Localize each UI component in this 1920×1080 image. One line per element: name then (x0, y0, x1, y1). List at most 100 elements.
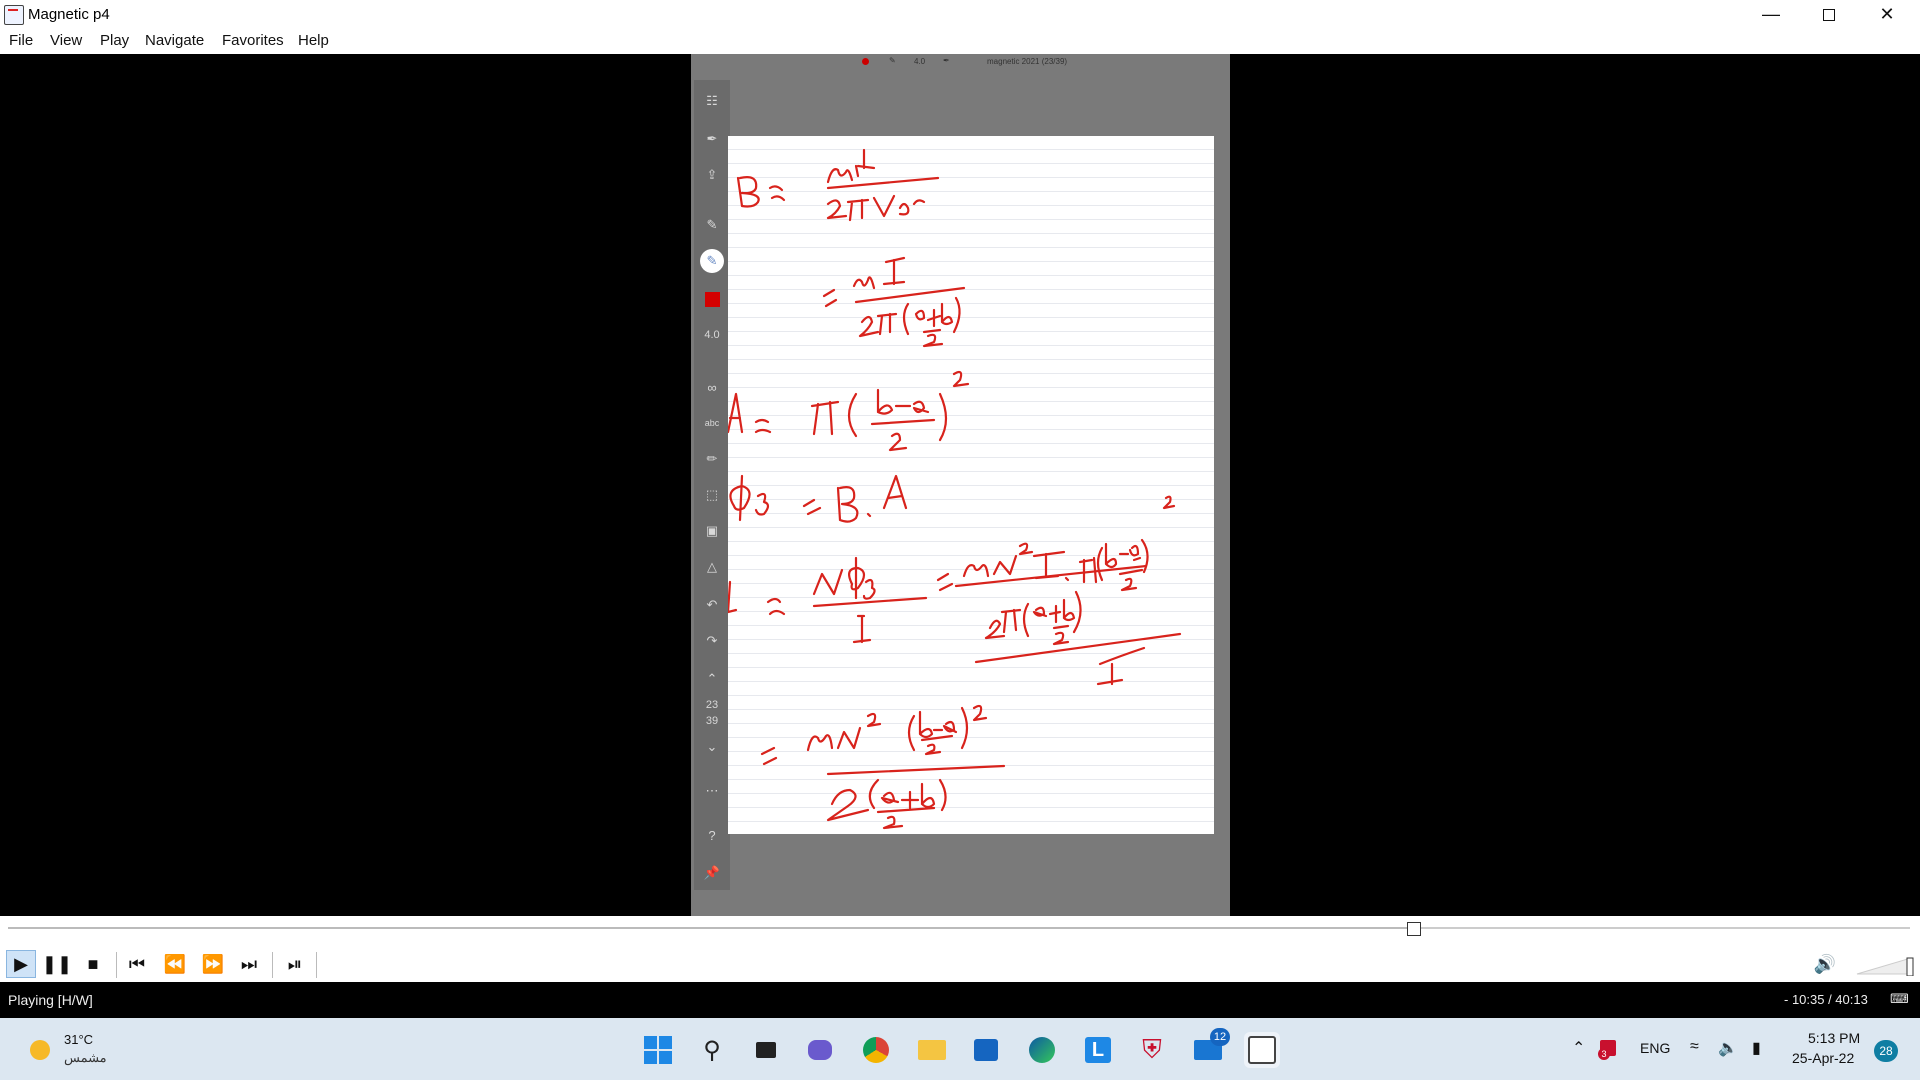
notification-badge[interactable]: 28 (1874, 1040, 1898, 1062)
language-indicator[interactable]: ENG (1640, 1040, 1670, 1056)
restore-icon (1823, 8, 1835, 21)
divider (272, 952, 273, 978)
stop-button[interactable]: ■ (78, 950, 108, 978)
volume-button[interactable]: 🔊 (1810, 950, 1840, 978)
ink-stroke (806, 712, 882, 752)
speaker-icon[interactable]: 🔈 (1718, 1038, 1738, 1058)
seek-bar[interactable] (0, 916, 1920, 946)
store-icon (974, 1039, 998, 1061)
color-swatch-icon (697, 288, 727, 310)
eraser-icon: ✎ (706, 217, 718, 232)
menu-play[interactable]: Play (100, 32, 129, 49)
stop-icon: ■ (87, 953, 99, 974)
menu-favorites[interactable]: Favorites (222, 32, 284, 49)
clock-date[interactable]: 25-Apr-22 (1792, 1050, 1854, 1066)
ink-stroke (852, 256, 906, 290)
ink-stroke (754, 418, 772, 434)
chevron-up-icon[interactable]: ⌃ (1572, 1038, 1585, 1058)
skip-back-icon: ⏮ (128, 953, 146, 974)
seek-track[interactable] (8, 927, 1910, 929)
ink-stroke (826, 788, 870, 822)
ink-stroke (1162, 495, 1176, 510)
search-button[interactable]: ⚲ (694, 1032, 730, 1068)
frame-step-button[interactable]: ⏯ (280, 950, 310, 978)
fast-forward-button[interactable]: ⏩ (198, 950, 228, 978)
start-button[interactable] (640, 1032, 676, 1068)
play-button[interactable]: ▶ (6, 950, 36, 978)
pause-button[interactable]: ❚❚ (42, 950, 72, 978)
redo-icon: ↷ (706, 633, 718, 648)
chat-icon (808, 1040, 832, 1060)
previous-button[interactable]: ⏮ (122, 950, 152, 978)
image-icon: ▣ (705, 523, 719, 538)
ink-stroke (876, 388, 930, 415)
divider (316, 952, 317, 978)
app-l-button[interactable]: L (1080, 1032, 1116, 1068)
shield-icon: ⛨ (1142, 1034, 1162, 1064)
seek-thumb[interactable] (1406, 922, 1421, 936)
ink-stroke (728, 580, 738, 614)
undo-icon: ↶ (706, 597, 718, 612)
ink-stroke (858, 302, 910, 338)
task-view-button[interactable] (748, 1032, 784, 1068)
chat-button[interactable] (802, 1032, 838, 1068)
weather-widget[interactable]: 31°C مشمس (26, 1026, 126, 1072)
minimize-button[interactable]: — (1742, 0, 1800, 29)
video-area[interactable]: ✎ 4.0 ✒ magnetic 2021 (23/39) ☷ ✒ ⇪ ✎ ✎ … (0, 54, 1920, 916)
signature-icon: ✒ (943, 56, 950, 65)
ink-stroke (852, 614, 872, 644)
ink-stroke (826, 176, 940, 190)
ink-stroke (736, 176, 760, 208)
shapes-icon: △ (707, 559, 717, 574)
ink-stroke (938, 392, 948, 442)
mcafee-button[interactable]: ⛨ (1134, 1032, 1170, 1068)
glasses-icon: ∞ (707, 379, 717, 395)
menu-navigate[interactable]: Navigate (145, 32, 204, 49)
menu-view[interactable]: View (50, 32, 82, 49)
display-mode-icon[interactable]: ⌨ (1890, 991, 1909, 1007)
search-icon: ⚲ (703, 1036, 721, 1064)
ink-stroke (729, 474, 751, 522)
menu-file[interactable]: File (9, 32, 33, 49)
weather-desc: مشمس (64, 1050, 107, 1065)
export-icon: ⇪ (706, 167, 718, 182)
ink-stroke (812, 556, 876, 600)
volume-slider[interactable] (1855, 956, 1915, 976)
pen-sign-icon: ✒ (706, 131, 718, 146)
rewind-button[interactable]: ⏪ (160, 950, 190, 978)
store-button[interactable] (968, 1032, 1004, 1068)
folder-icon (918, 1040, 946, 1060)
menu-help[interactable]: Help (298, 32, 329, 49)
ink-stroke (1078, 556, 1098, 584)
chrome-button[interactable] (858, 1032, 894, 1068)
wifi-icon[interactable]: ≈ (1690, 1038, 1699, 1056)
skip-forward-icon: ⏭ (240, 953, 258, 974)
note-toolbar: ☷ ✒ ⇪ ✎ ✎ 4.0 ∞ abc ✏ ⬚ ▣ △ ↶ ↷ ⌃ 23 39 … (694, 80, 730, 890)
edge-button[interactable] (1024, 1032, 1060, 1068)
help-icon: ? (708, 827, 716, 843)
ink-stroke (847, 392, 858, 438)
next-button[interactable]: ⏭ (234, 950, 264, 978)
restore-button[interactable] (1800, 0, 1858, 29)
letter-l-icon: L (1085, 1037, 1111, 1063)
window-title: Magnetic p4 (28, 6, 110, 23)
ink-stroke (766, 597, 786, 616)
pin-icon: 📌 (703, 865, 721, 880)
frame-step-icon: ⏯ (287, 953, 303, 974)
mail-button[interactable]: 12 (1190, 1028, 1230, 1068)
media-player-icon (1248, 1036, 1276, 1064)
ink-stroke (972, 704, 988, 722)
close-button[interactable]: ✕ (1858, 0, 1916, 29)
battery-icon[interactable]: ▮ (1752, 1038, 1761, 1058)
ink-stroke (1096, 646, 1146, 686)
text-box-icon: abc (704, 418, 720, 428)
page-down-icon: ⌄ (706, 739, 718, 754)
time-display[interactable]: - 10:35 / 40:13 (1784, 992, 1868, 1007)
media-player-button[interactable] (1244, 1032, 1280, 1068)
seek-progress (8, 927, 1414, 929)
clock-time[interactable]: 5:13 PM (1808, 1030, 1860, 1046)
ink-stroke (914, 296, 961, 334)
ink-stroke (952, 370, 970, 388)
file-explorer-button[interactable] (914, 1032, 950, 1068)
volume-thumb (1906, 957, 1914, 976)
